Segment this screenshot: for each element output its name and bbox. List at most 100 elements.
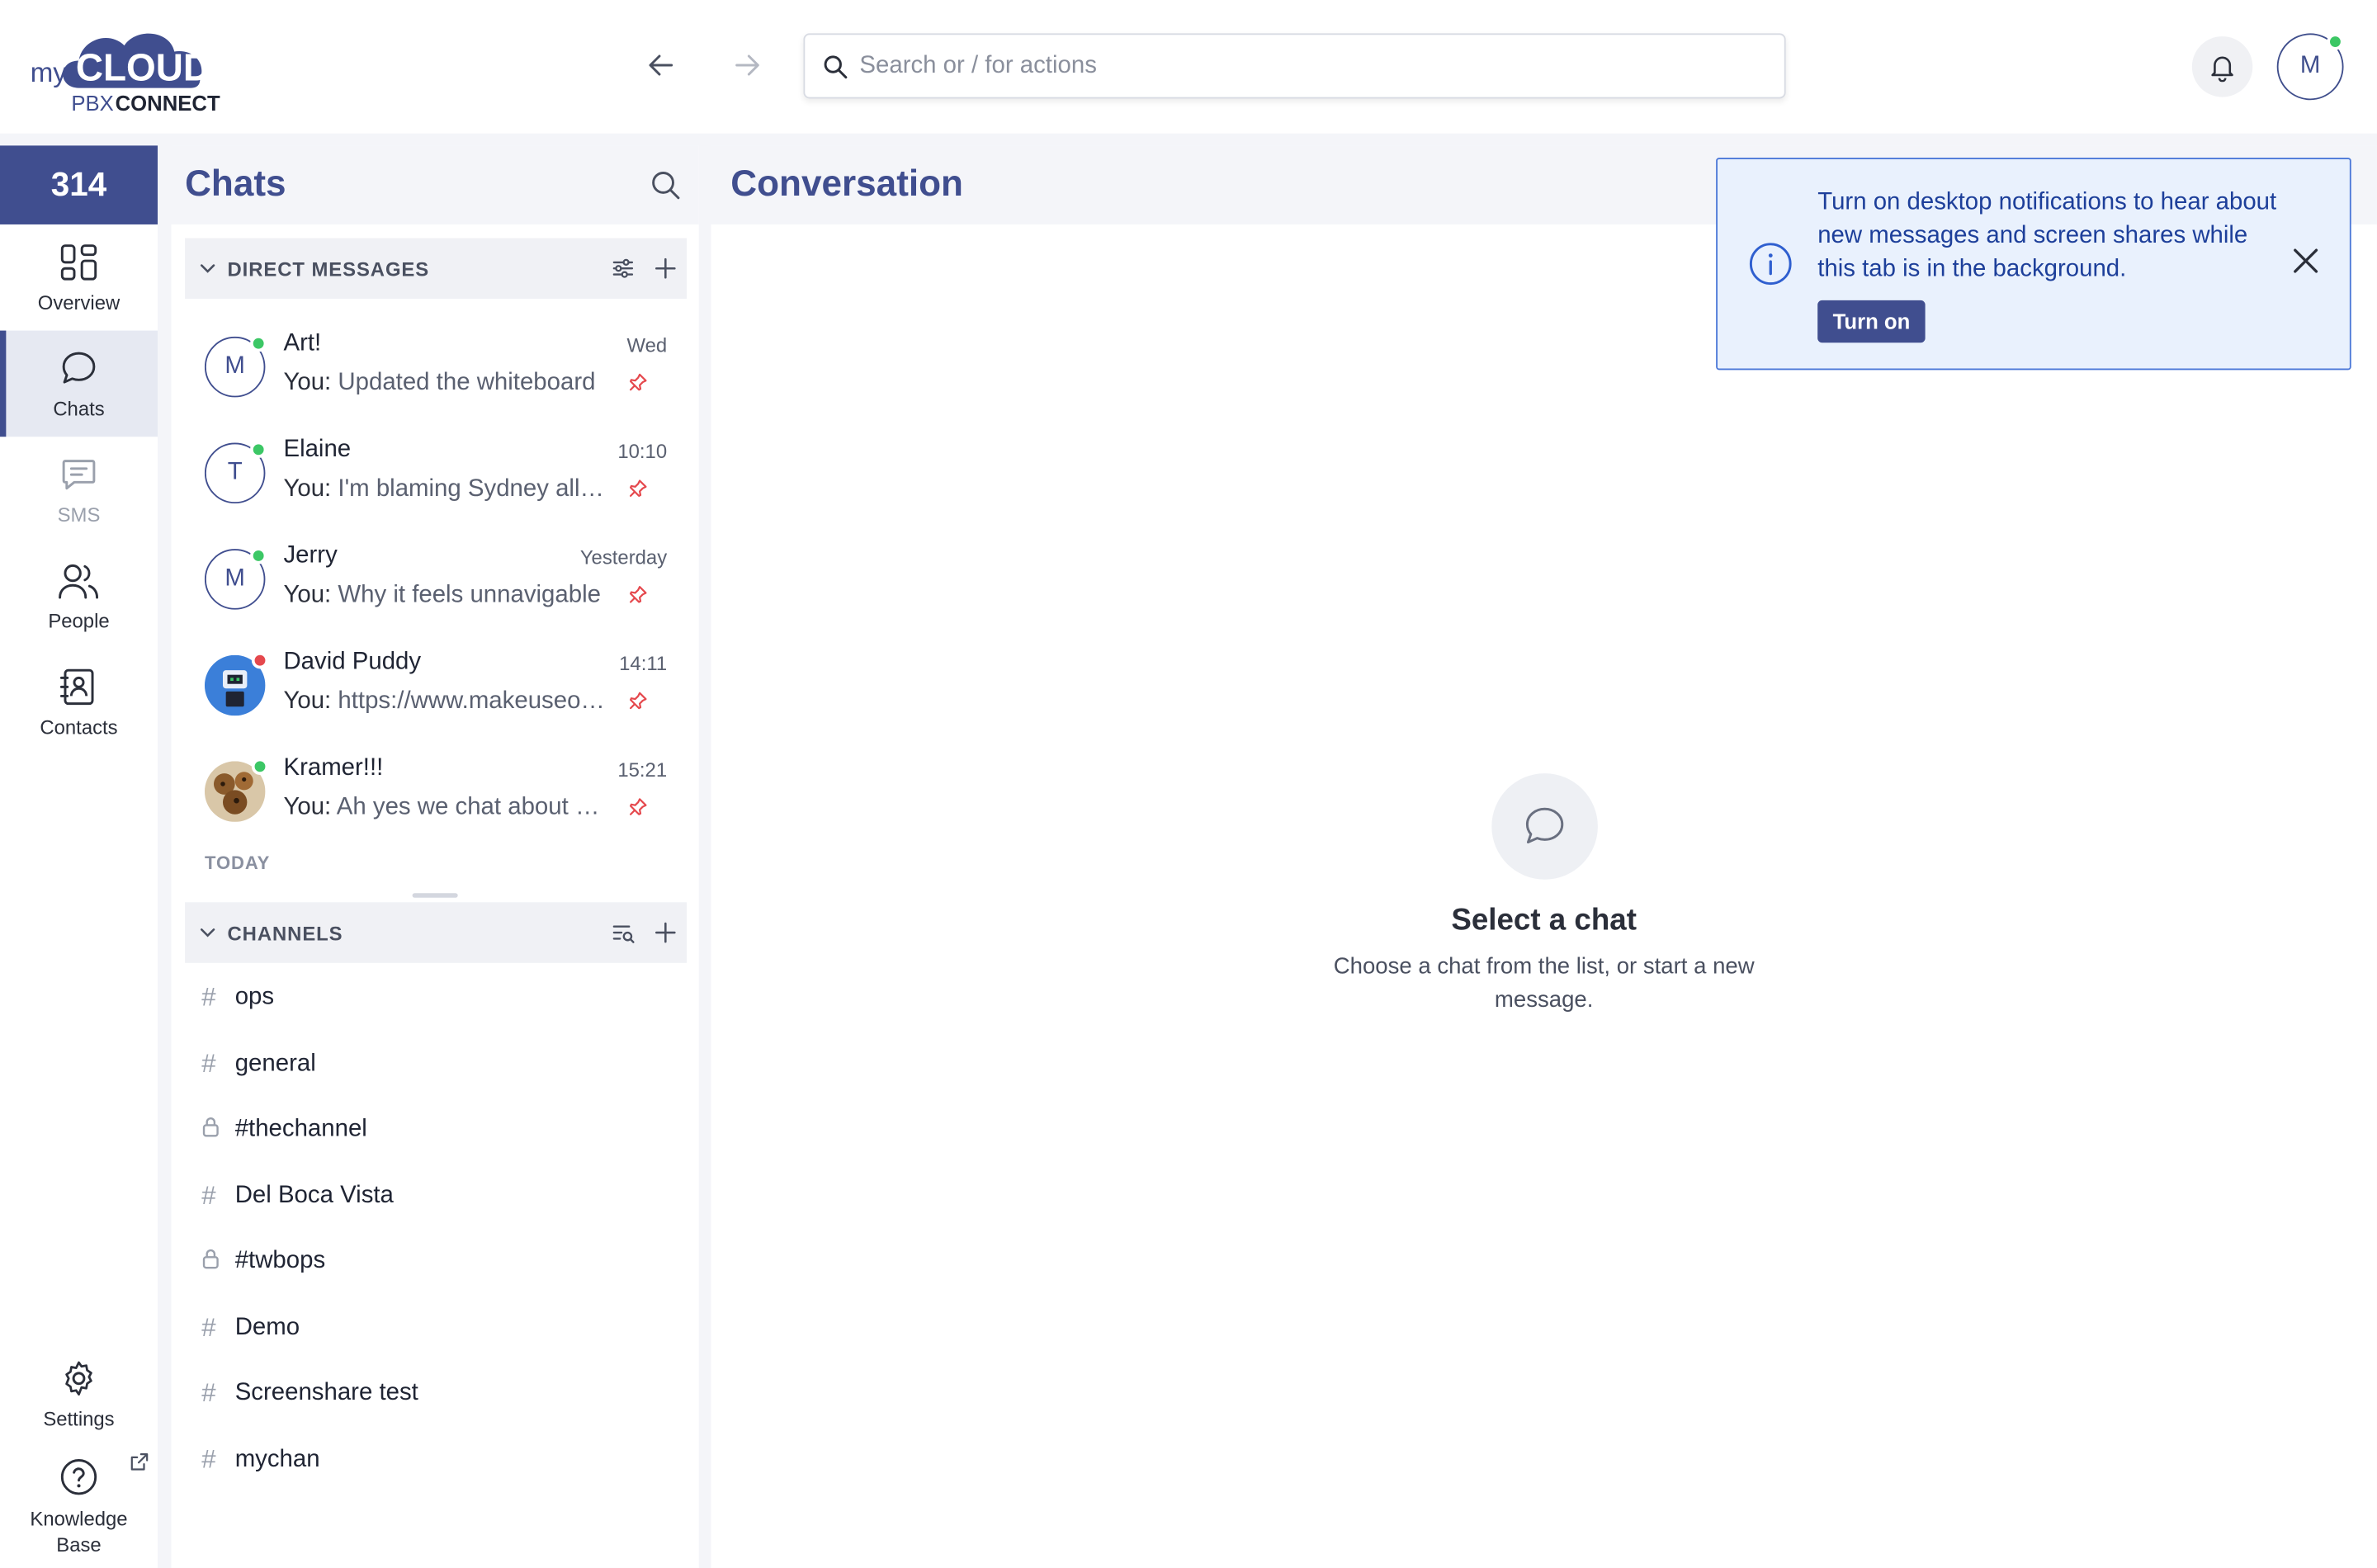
close-icon[interactable]	[2292, 248, 2319, 275]
channel-item-mychan[interactable]: # mychan	[185, 1427, 687, 1492]
dm-you-prefix: You:	[283, 688, 332, 715]
channel-name: mychan	[234, 1446, 320, 1472]
empty-state: Select a chat Choose a chat from the lis…	[711, 773, 2377, 1018]
user-avatar-button[interactable]: M	[2276, 33, 2344, 101]
desktop-notifications-toast: Turn on desktop notifications to hear ab…	[1716, 158, 2351, 371]
bell-icon	[2211, 56, 2233, 83]
channel-item-demo[interactable]: # Demo	[185, 1295, 687, 1360]
dm-preview: You: https://www.makeuseof.com	[283, 688, 604, 716]
dm-time: 10:10	[617, 439, 668, 463]
channel-item-ops[interactable]: # ops	[185, 965, 687, 1030]
dm-message: Why it feels unnavigable	[338, 582, 601, 608]
nav-overview[interactable]: Overview	[0, 224, 158, 331]
dm-message: Ah yes we chat about the	[336, 794, 605, 821]
chevron-down-icon	[200, 264, 215, 273]
presence-online-dot	[250, 335, 267, 352]
new-channel-button[interactable]	[645, 911, 687, 953]
new-dm-button[interactable]	[645, 248, 687, 290]
search-icon[interactable]	[650, 170, 681, 201]
nav-knowledge-base-label: Knowledge Base	[30, 1507, 128, 1556]
search-bar[interactable]	[803, 33, 1786, 99]
date-divider-today: TODAY	[204, 852, 271, 874]
channel-name: ops	[234, 983, 275, 1009]
pin-icon[interactable]	[629, 585, 647, 603]
app-window: my CLOUD PBX CONNECT M 314 Ove	[0, 0, 2377, 1568]
nav-contacts[interactable]: Contacts	[0, 649, 158, 755]
channels-label: CHANNELS	[227, 921, 343, 944]
info-icon	[1749, 243, 1792, 286]
people-icon	[59, 563, 99, 598]
channels-section-header[interactable]: CHANNELS	[185, 902, 688, 963]
forward-button[interactable]	[725, 42, 770, 87]
avatar	[204, 758, 269, 822]
nav-sms[interactable]: SMS	[0, 437, 158, 543]
dm-row-kramer[interactable]: Kramer!!! 15:21 You: Ah yes we chat abou…	[185, 737, 687, 843]
nav-overview-label: Overview	[37, 290, 121, 314]
dm-row-david-puddy[interactable]: David Puddy 14:11 You: https://www.makeu…	[185, 631, 687, 737]
conversation-title: Conversation	[730, 163, 963, 205]
chevron-down-icon	[200, 928, 215, 937]
back-button[interactable]	[638, 42, 683, 87]
avatar-initial: T	[227, 459, 243, 485]
pin-icon[interactable]	[629, 798, 647, 816]
toast-message: Turn on desktop notifications to hear ab…	[1817, 189, 2277, 282]
channel-item-screenshare-test[interactable]: # Screenshare test	[185, 1360, 687, 1425]
nav-people[interactable]: People	[0, 543, 158, 649]
hash-icon: #	[201, 1444, 216, 1474]
browse-channels-button[interactable]	[602, 911, 644, 953]
dm-preview: You: I'm blaming Sydney all day	[283, 476, 604, 503]
direct-messages-section-header[interactable]: DIRECT MESSAGES	[185, 238, 688, 299]
direct-messages-label: DIRECT MESSAGES	[227, 257, 430, 281]
grid-icon	[60, 243, 97, 280]
avatar: T	[204, 441, 267, 504]
nav-knowledge-base[interactable]: Knowledge Base	[0, 1447, 158, 1568]
avatar	[204, 652, 269, 716]
dm-name: Art!	[283, 330, 322, 357]
external-link-icon	[130, 1453, 149, 1471]
pin-icon[interactable]	[629, 373, 647, 391]
user-initial: M	[2299, 53, 2321, 79]
filter-dm-button[interactable]	[602, 248, 644, 290]
pin-icon[interactable]	[629, 479, 647, 498]
nav-chats-label: Chats	[53, 396, 105, 420]
hash-icon: #	[201, 1180, 216, 1210]
help-circle-icon	[60, 1459, 97, 1495]
dm-you-prefix: You:	[283, 582, 332, 608]
channel-name: Del Boca Vista	[234, 1182, 394, 1208]
dm-you-prefix: You:	[283, 794, 332, 821]
nav-settings-label: Settings	[43, 1406, 115, 1429]
nav-contacts-label: Contacts	[40, 715, 118, 738]
empty-state-subtitle: Choose a chat from the list, or start a …	[1333, 953, 1755, 1013]
dm-row-jerry[interactable]: M Jerry Yesterday You: Why it feels unna…	[185, 525, 687, 631]
nav-settings[interactable]: Settings	[0, 1340, 158, 1447]
channel-item-thechannel[interactable]: #thechannel	[185, 1097, 687, 1162]
extension-badge[interactable]: 314	[0, 145, 158, 224]
search-input[interactable]	[859, 52, 1739, 80]
avatar: M	[204, 547, 267, 610]
dm-row-art[interactable]: M Art! Wed You: Updated the whiteboard	[185, 313, 687, 419]
empty-state-icon-wrap	[1491, 773, 1597, 880]
avatar-initial: M	[224, 353, 245, 380]
dm-message: https://www.makeuseof.com	[338, 688, 605, 715]
nav-chats[interactable]: Chats	[0, 330, 158, 437]
turn-on-notifications-button[interactable]: Turn on	[1817, 300, 1926, 343]
brand-logo[interactable]: my CLOUD PBX CONNECT	[31, 18, 235, 118]
dm-name: Kramer!!!	[283, 755, 384, 782]
dm-name: David Puddy	[283, 649, 422, 675]
avatar: M	[204, 335, 267, 398]
list-search-icon	[612, 925, 635, 943]
pin-icon[interactable]	[629, 692, 647, 710]
chat-bubble-icon	[62, 351, 96, 383]
dm-row-elaine[interactable]: T Elaine 10:10 You: I'm blaming Sydney a…	[185, 418, 687, 525]
channel-item-general[interactable]: # general	[185, 1032, 687, 1097]
left-nav-rail: 314 Overview Chats SMS People Contacts S…	[0, 145, 158, 1568]
panel-resize-handle[interactable]	[412, 893, 458, 898]
notifications-button[interactable]	[2191, 36, 2253, 97]
channel-item-twbops[interactable]: #twbops	[185, 1228, 687, 1293]
brand-connect: CONNECT	[116, 92, 220, 116]
chats-panel: Chats DIRECT MESSAGES M Art! Wed You: Up…	[171, 145, 699, 1568]
plus-icon	[655, 257, 676, 279]
hash-icon: #	[201, 1312, 216, 1342]
channel-item-del-boca-vista[interactable]: # Del Boca Vista	[185, 1163, 687, 1228]
sliders-icon	[612, 258, 634, 278]
